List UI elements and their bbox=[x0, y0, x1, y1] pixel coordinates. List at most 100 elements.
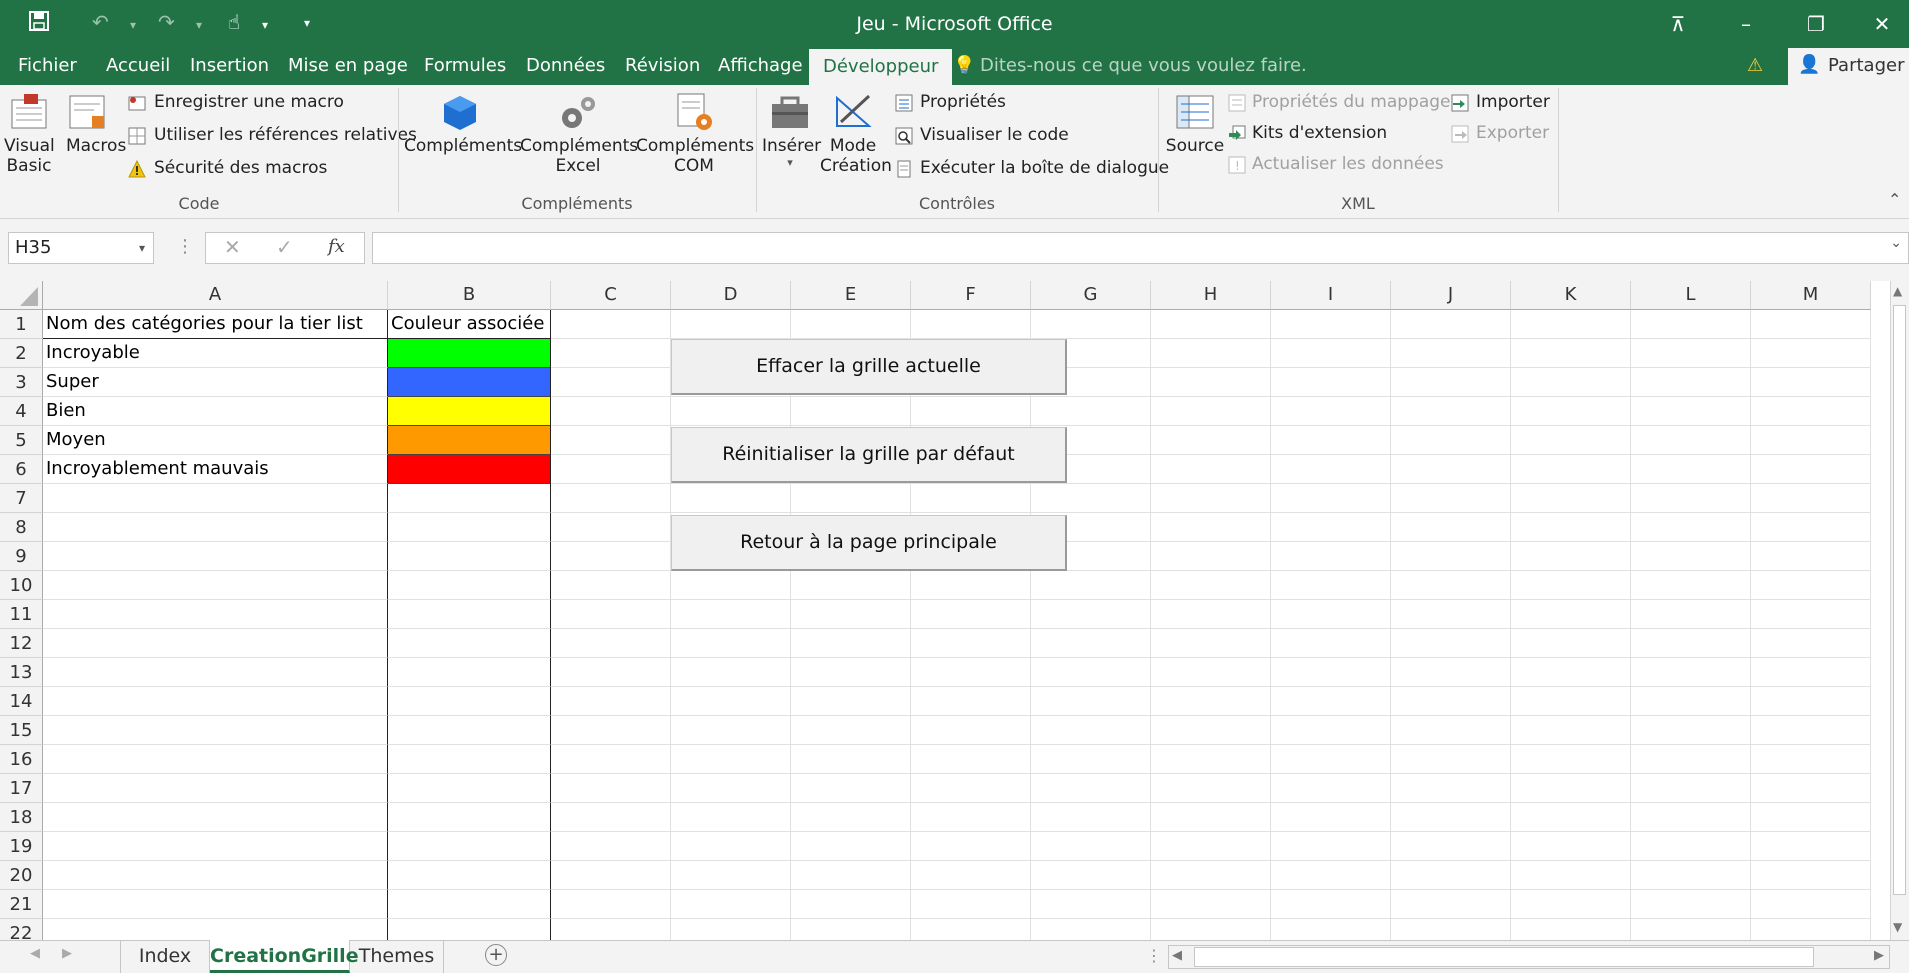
cell-m8[interactable] bbox=[1751, 513, 1871, 542]
cancel-entry-icon[interactable]: ✕ bbox=[224, 235, 241, 259]
cell-k22[interactable] bbox=[1511, 919, 1631, 940]
column-header[interactable]: D bbox=[671, 281, 791, 310]
cell-i10[interactable] bbox=[1271, 571, 1391, 600]
cell-k12[interactable] bbox=[1511, 629, 1631, 658]
tab-donnees[interactable]: Données bbox=[526, 55, 605, 76]
view-code-button[interactable]: Visualiser le code bbox=[895, 125, 1069, 149]
cell-m18[interactable] bbox=[1751, 803, 1871, 832]
cell-i12[interactable] bbox=[1271, 629, 1391, 658]
cell-m12[interactable] bbox=[1751, 629, 1871, 658]
cell-c22[interactable] bbox=[551, 919, 671, 940]
cell-m17[interactable] bbox=[1751, 774, 1871, 803]
cell-c16[interactable] bbox=[551, 745, 671, 774]
sheet-tab-index[interactable]: Index bbox=[120, 940, 210, 973]
cell-l19[interactable] bbox=[1631, 832, 1751, 861]
cell-b13[interactable] bbox=[388, 658, 551, 687]
cell-a18[interactable] bbox=[43, 803, 388, 832]
cell-i20[interactable] bbox=[1271, 861, 1391, 890]
cell-k10[interactable] bbox=[1511, 571, 1631, 600]
map-properties-button[interactable]: Propriétés du mappage bbox=[1228, 92, 1451, 116]
cell-m16[interactable] bbox=[1751, 745, 1871, 774]
cell-i1[interactable] bbox=[1271, 310, 1391, 339]
cell-b22[interactable] bbox=[388, 919, 551, 940]
cell-f4[interactable] bbox=[911, 397, 1031, 426]
cell-d12[interactable] bbox=[671, 629, 791, 658]
cell-d21[interactable] bbox=[671, 890, 791, 919]
undo-dropdown-icon[interactable]: ▾ bbox=[130, 18, 136, 32]
cell-c8[interactable] bbox=[551, 513, 671, 542]
cell-g11[interactable] bbox=[1031, 600, 1151, 629]
cell-b17[interactable] bbox=[388, 774, 551, 803]
cell-j22[interactable] bbox=[1391, 919, 1511, 940]
macros-button[interactable]: Macros bbox=[66, 92, 126, 156]
ribbon-display-icon[interactable]: ⊼ bbox=[1648, 6, 1708, 42]
cell-h16[interactable] bbox=[1151, 745, 1271, 774]
cell-f1[interactable] bbox=[911, 310, 1031, 339]
visual-basic-button[interactable]: Visual Basic bbox=[4, 92, 55, 176]
cell-b12[interactable] bbox=[388, 629, 551, 658]
cell-m13[interactable] bbox=[1751, 658, 1871, 687]
cell-j16[interactable] bbox=[1391, 745, 1511, 774]
cell-l12[interactable] bbox=[1631, 629, 1751, 658]
cell-k9[interactable] bbox=[1511, 542, 1631, 571]
cell-h5[interactable] bbox=[1151, 426, 1271, 455]
cell-f21[interactable] bbox=[911, 890, 1031, 919]
cell-j17[interactable] bbox=[1391, 774, 1511, 803]
cell-l6[interactable] bbox=[1631, 455, 1751, 484]
cell-l21[interactable] bbox=[1631, 890, 1751, 919]
formula-input[interactable]: ⌄ bbox=[372, 232, 1909, 264]
horizontal-scroll-thumb[interactable] bbox=[1194, 947, 1814, 967]
row-header[interactable]: 17 bbox=[0, 774, 43, 803]
cell-h15[interactable] bbox=[1151, 716, 1271, 745]
cell-h6[interactable] bbox=[1151, 455, 1271, 484]
cell-f19[interactable] bbox=[911, 832, 1031, 861]
cell-e20[interactable] bbox=[791, 861, 911, 890]
cell-d22[interactable] bbox=[671, 919, 791, 940]
cell-d10[interactable] bbox=[671, 571, 791, 600]
column-header[interactable]: C bbox=[551, 281, 671, 310]
cell-m11[interactable] bbox=[1751, 600, 1871, 629]
confirm-entry-icon[interactable]: ✓ bbox=[276, 235, 293, 259]
cell-h20[interactable] bbox=[1151, 861, 1271, 890]
cell-l20[interactable] bbox=[1631, 861, 1751, 890]
cell-d15[interactable] bbox=[671, 716, 791, 745]
cell-j4[interactable] bbox=[1391, 397, 1511, 426]
expand-formula-bar-icon[interactable]: ⌄ bbox=[1890, 235, 1902, 251]
cell-i16[interactable] bbox=[1271, 745, 1391, 774]
tab-mise-en-page[interactable]: Mise en page bbox=[288, 55, 408, 76]
row-header[interactable]: 18 bbox=[0, 803, 43, 832]
cell-i7[interactable] bbox=[1271, 484, 1391, 513]
cell-c4[interactable] bbox=[551, 397, 671, 426]
cell-b10[interactable] bbox=[388, 571, 551, 600]
cell-b1[interactable]: Couleur associée bbox=[388, 310, 551, 339]
cell-k13[interactable] bbox=[1511, 658, 1631, 687]
cell-c21[interactable] bbox=[551, 890, 671, 919]
cell-l3[interactable] bbox=[1631, 368, 1751, 397]
tab-split-grip-icon[interactable]: ⋮ bbox=[1146, 946, 1162, 965]
cell-b16[interactable] bbox=[388, 745, 551, 774]
cell-l5[interactable] bbox=[1631, 426, 1751, 455]
cell-e10[interactable] bbox=[791, 571, 911, 600]
cell-i21[interactable] bbox=[1271, 890, 1391, 919]
cell-f11[interactable] bbox=[911, 600, 1031, 629]
row-header[interactable]: 5 bbox=[0, 426, 43, 455]
row-header[interactable]: 2 bbox=[0, 339, 43, 368]
cell-m1[interactable] bbox=[1751, 310, 1871, 339]
column-header[interactable]: E bbox=[791, 281, 911, 310]
add-sheet-icon[interactable]: + bbox=[485, 944, 507, 966]
cell-g13[interactable] bbox=[1031, 658, 1151, 687]
cell-j10[interactable] bbox=[1391, 571, 1511, 600]
cell-b18[interactable] bbox=[388, 803, 551, 832]
cell-d13[interactable] bbox=[671, 658, 791, 687]
undo-icon[interactable]: ↶ bbox=[92, 10, 109, 34]
cell-f12[interactable] bbox=[911, 629, 1031, 658]
cell-c3[interactable] bbox=[551, 368, 671, 397]
row-header[interactable]: 11 bbox=[0, 600, 43, 629]
cell-m4[interactable] bbox=[1751, 397, 1871, 426]
relative-references-button[interactable]: Utiliser les références relatives bbox=[128, 125, 417, 149]
cell-b7[interactable] bbox=[388, 484, 551, 513]
row-header[interactable]: 16 bbox=[0, 745, 43, 774]
cell-f20[interactable] bbox=[911, 861, 1031, 890]
cell-c2[interactable] bbox=[551, 339, 671, 368]
redo-dropdown-icon[interactable]: ▾ bbox=[196, 18, 202, 32]
